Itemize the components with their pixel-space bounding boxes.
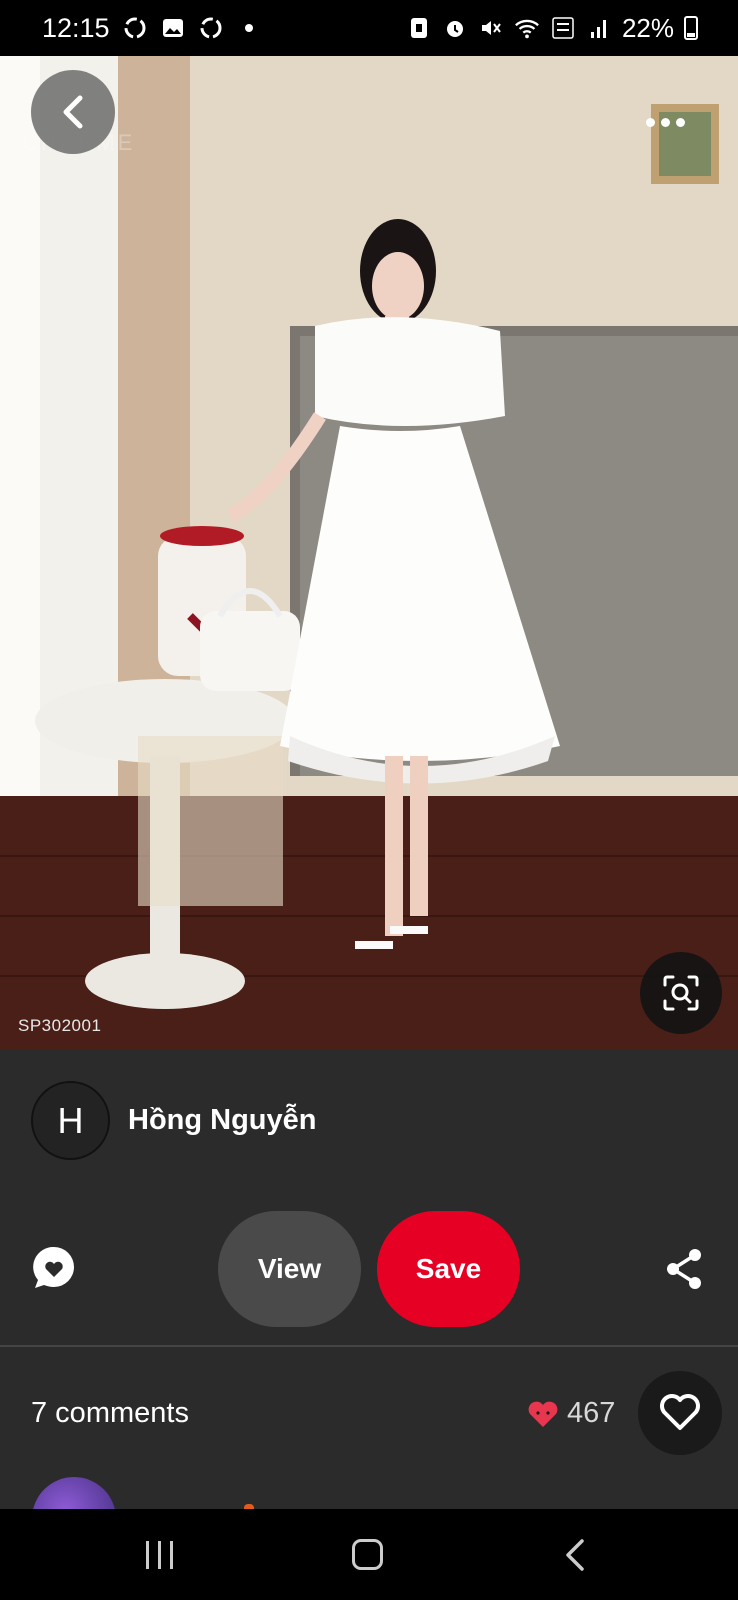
gallery-icon xyxy=(160,15,186,41)
visual-search-button[interactable] xyxy=(640,952,722,1034)
more-dot-icon xyxy=(675,117,685,127)
recents-bar-icon xyxy=(158,1541,161,1569)
wifi-icon xyxy=(514,15,540,41)
author-avatar[interactable]: H xyxy=(31,1081,110,1160)
battery-percent: 22% xyxy=(621,12,674,43)
chevron-left-icon xyxy=(63,95,83,129)
nav-back-icon[interactable] xyxy=(560,1537,590,1573)
status-right: 22% xyxy=(406,13,698,44)
status-time: 12:15 xyxy=(42,12,110,43)
volte-icon xyxy=(550,15,576,41)
author-name[interactable]: Hồng Nguyễn xyxy=(128,1104,317,1137)
reactions-summary[interactable]: 467 xyxy=(527,1397,615,1430)
react-button[interactable] xyxy=(638,1371,722,1455)
status-bar: 12:15 22% xyxy=(0,0,738,56)
more-dot-icon xyxy=(645,117,655,127)
product-code-overlay: SP302001 xyxy=(18,1016,102,1035)
system-nav-bar xyxy=(0,1509,738,1600)
comments-row: 7 comments 467 xyxy=(0,1371,738,1461)
section-divider xyxy=(0,1345,738,1347)
comments-count[interactable]: 7 comments xyxy=(31,1397,189,1430)
reaction-count: 467 xyxy=(567,1397,616,1429)
alarm-icon xyxy=(442,15,468,41)
pin-image[interactable]: CHARME xyxy=(0,56,738,1049)
comment-icon[interactable] xyxy=(30,1243,78,1291)
signal-icon xyxy=(586,15,612,41)
more-dot-icon xyxy=(660,117,670,127)
pin-details-panel: H Hồng Nguyễn View Save 7 comments 467 xyxy=(0,1049,738,1561)
battery-icon xyxy=(684,16,698,40)
recents-button[interactable] xyxy=(146,1541,176,1569)
save-icon xyxy=(406,15,432,41)
share-icon[interactable] xyxy=(664,1247,704,1291)
lens-search-icon xyxy=(663,975,699,1011)
view-button[interactable]: View xyxy=(218,1211,361,1327)
dot-icon xyxy=(236,15,262,41)
save-button[interactable]: Save xyxy=(377,1211,520,1327)
heart-reaction-icon xyxy=(528,1401,558,1427)
more-options-button[interactable] xyxy=(640,104,690,140)
back-button[interactable] xyxy=(31,70,115,154)
sync-icon xyxy=(198,15,224,41)
author-row[interactable]: H Hồng Nguyễn xyxy=(31,1081,317,1160)
recents-bar-icon xyxy=(146,1541,149,1569)
sync-icon xyxy=(122,15,148,41)
mute-icon xyxy=(478,15,504,41)
status-left: 12:15 xyxy=(42,13,262,44)
heart-outline-icon xyxy=(660,1394,700,1430)
action-bar: View Save xyxy=(0,1211,738,1327)
home-button[interactable] xyxy=(352,1539,383,1570)
recents-bar-icon xyxy=(170,1541,173,1569)
pin-photo-illustration xyxy=(0,56,738,1049)
